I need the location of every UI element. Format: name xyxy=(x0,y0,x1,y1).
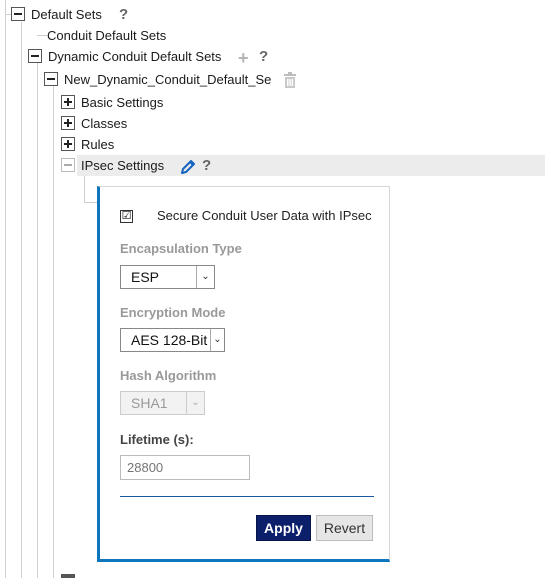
default-sets-help-icon[interactable]: ? xyxy=(119,7,128,23)
panel-divider xyxy=(120,496,374,497)
pencil-edit-icon[interactable] xyxy=(179,158,197,176)
hash-algorithm-label: Hash Algorithm xyxy=(120,368,217,383)
encapsulation-type-label: Encapsulation Type xyxy=(120,241,242,256)
tree-item-rules[interactable]: Rules xyxy=(81,137,114,153)
tree-guide-line xyxy=(84,202,98,203)
expand-rules-icon[interactable] xyxy=(61,137,75,151)
tree-item-new-dynamic-conduit[interactable]: New_Dynamic_Conduit_Default_Se xyxy=(64,72,271,88)
tree-guide-line xyxy=(21,22,22,578)
partial-tree-node-icon xyxy=(61,574,75,578)
apply-button[interactable]: Apply xyxy=(256,515,311,541)
revert-button[interactable]: Revert xyxy=(316,515,373,541)
expand-classes-icon[interactable] xyxy=(61,116,75,130)
secure-conduit-checkbox[interactable]: ☑ xyxy=(120,210,133,223)
add-icon[interactable]: + xyxy=(238,49,249,67)
encapsulation-type-select[interactable]: ESP ⌄ xyxy=(120,265,215,289)
tree-item-dynamic-conduit-default-sets[interactable]: Dynamic Conduit Default Sets xyxy=(48,49,221,65)
collapse-new-item-icon[interactable] xyxy=(44,72,58,86)
ipsec-help-icon[interactable]: ? xyxy=(202,158,211,174)
tree-item-default-sets[interactable]: Default Sets xyxy=(31,7,102,23)
chevron-down-icon: ⌄ xyxy=(210,329,224,351)
chevron-down-icon: ⌄ xyxy=(186,392,204,414)
hash-algorithm-value: SHA1 xyxy=(131,395,168,411)
tree-guide-line xyxy=(37,35,47,36)
tree-guide-line xyxy=(84,172,85,202)
tree-item-ipsec-settings[interactable]: IPsec Settings xyxy=(81,158,164,174)
collapse-default-sets-icon[interactable] xyxy=(11,7,25,21)
tree-item-basic-settings[interactable]: Basic Settings xyxy=(81,95,163,111)
tree-guide-line xyxy=(37,63,38,578)
encryption-mode-select[interactable]: AES 128-Bit ⌄ xyxy=(120,328,225,352)
trash-icon[interactable] xyxy=(283,72,297,88)
encapsulation-type-value: ESP xyxy=(131,269,160,285)
lifetime-label: Lifetime (s): xyxy=(120,432,194,447)
tree-item-conduit-default-sets[interactable]: Conduit Default Sets xyxy=(47,28,166,44)
collapse-ipsec-icon[interactable] xyxy=(61,158,75,172)
expand-basic-settings-icon[interactable] xyxy=(61,95,75,109)
tree-guide-line xyxy=(5,0,6,578)
ipsec-settings-panel: ☑ Secure Conduit User Data with IPsec En… xyxy=(97,186,390,562)
hash-algorithm-select: SHA1 ⌄ xyxy=(120,391,205,415)
tree-guide-line xyxy=(53,86,54,578)
secure-conduit-label: Secure Conduit User Data with IPsec xyxy=(157,208,372,223)
encryption-mode-value: AES 128-Bit xyxy=(131,332,208,348)
tree-item-classes[interactable]: Classes xyxy=(81,116,127,132)
dynamic-conduit-help-icon[interactable]: ? xyxy=(259,49,268,65)
encryption-mode-label: Encryption Mode xyxy=(120,305,226,320)
chevron-down-icon: ⌄ xyxy=(196,266,214,288)
lifetime-input[interactable] xyxy=(120,455,250,480)
collapse-dynamic-conduit-icon[interactable] xyxy=(28,49,42,63)
